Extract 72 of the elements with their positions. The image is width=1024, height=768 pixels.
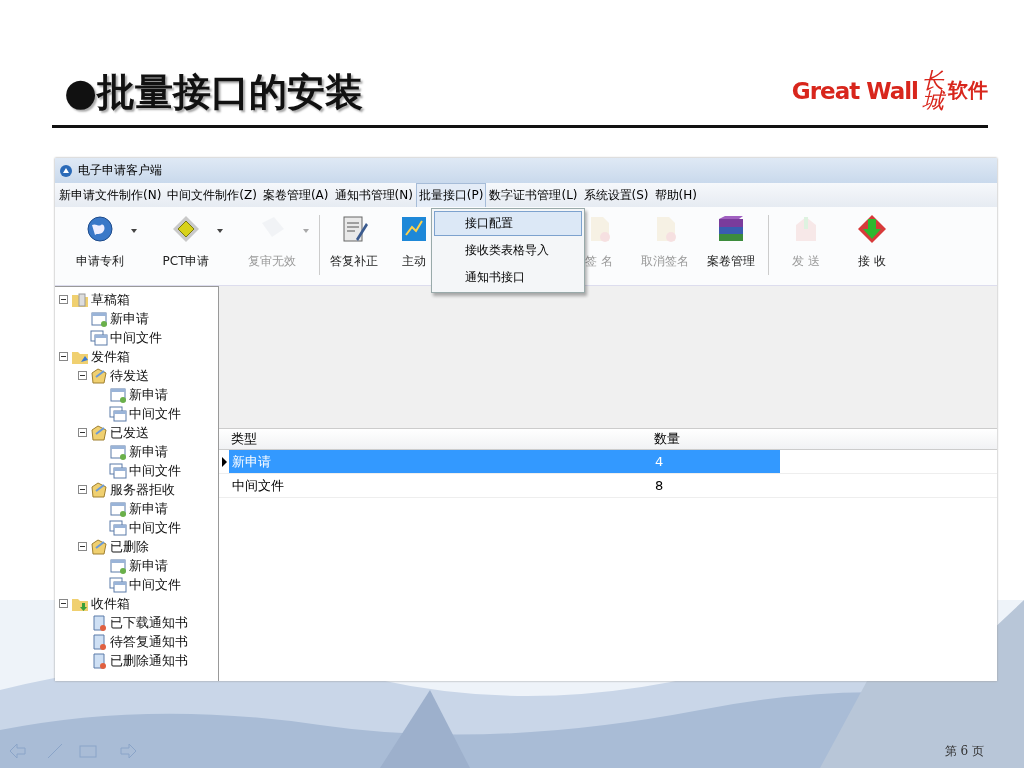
toolbar-button[interactable]: 案卷管理 (698, 207, 764, 270)
table-cell-text: 8 (654, 477, 665, 495)
folder-icon (90, 537, 108, 556)
windows-icon (109, 461, 127, 480)
windows-icon (109, 404, 127, 423)
collapse-icon[interactable] (59, 352, 68, 361)
window-icon (109, 556, 127, 575)
scroll-icon (90, 651, 108, 670)
scroll-icon (90, 613, 108, 632)
tree-item[interactable]: 收件箱 (91, 594, 130, 613)
tree-item[interactable]: 中间文件 (110, 328, 162, 347)
windows-icon (109, 575, 127, 594)
tree-item[interactable]: 中间文件 (129, 575, 181, 594)
collapse-icon[interactable] (78, 542, 87, 551)
tree-item[interactable]: 新申请 (129, 442, 168, 461)
tree-item[interactable]: 已发送 (110, 423, 149, 442)
folder-icon (90, 366, 108, 385)
scroll-icon (90, 632, 108, 651)
menu-item[interactable]: 帮助(H) (651, 182, 700, 208)
column-header[interactable]: 类型 (229, 430, 652, 448)
table-cell-text: 中间文件 (231, 476, 285, 495)
page-number: 第 6 页 (944, 742, 984, 760)
menu-item[interactable]: 新申请文件制作(N) (56, 182, 165, 208)
menu-item[interactable]: 数字证书管理(L) (486, 182, 581, 208)
menu-item[interactable]: 案卷管理(A) (259, 182, 332, 208)
folder-icon (90, 423, 108, 442)
window-icon (109, 499, 127, 518)
collapse-icon[interactable] (59, 599, 68, 608)
table-cell: 新申请 (229, 450, 652, 473)
tree-item[interactable]: 草稿箱 (91, 290, 130, 309)
menu-item[interactable]: 系统设置(S) (580, 182, 652, 208)
window-icon (109, 442, 127, 461)
tree-item[interactable]: 新申请 (129, 556, 168, 575)
menu-item[interactable]: 通知书管理(N) (331, 182, 416, 208)
tree-item[interactable]: 待发送 (110, 366, 149, 385)
table-cell: 4 (652, 450, 780, 473)
window-icon (90, 309, 108, 328)
tree-item[interactable]: 中间文件 (129, 404, 181, 423)
column-header[interactable]: 数量 (652, 430, 780, 448)
windows-icon (109, 518, 127, 537)
window-title: 电子申请客户端 (78, 162, 162, 179)
toolbar-button[interactable]: PCT申请 (143, 207, 229, 270)
app-icon (59, 163, 73, 178)
tree-item[interactable]: 新申请 (129, 385, 168, 404)
windows-icon (90, 328, 108, 347)
receive-icon (856, 213, 888, 245)
toolbar-button[interactable]: 接 收 (839, 207, 905, 270)
tree-item[interactable]: 服务器拒收 (110, 480, 175, 499)
tree-item[interactable]: 新申请 (110, 309, 149, 328)
folder-icon (90, 480, 108, 499)
tree-item[interactable]: 已删除 (110, 537, 149, 556)
tree-item[interactable]: 新申请 (129, 499, 168, 518)
globe-icon (84, 213, 116, 245)
menu-item[interactable]: 中间文件制作(Z) (164, 182, 260, 208)
window-icon (109, 385, 127, 404)
tree-item[interactable]: 待答复通知书 (110, 632, 188, 651)
menu-item[interactable]: 接口配置 (434, 211, 582, 236)
tree-item[interactable]: 发件箱 (91, 347, 130, 366)
menu-item[interactable]: 批量接口(P) (415, 182, 487, 208)
tree-item[interactable]: 中间文件 (129, 461, 181, 480)
toolbar-button[interactable]: 答复补正 (324, 207, 384, 270)
toolbar-button[interactable]: 申请专利 (57, 207, 143, 270)
tree-item[interactable]: 已下载通知书 (110, 613, 188, 632)
folder-icon (71, 290, 89, 309)
collapse-icon[interactable] (59, 295, 68, 304)
collapse-icon[interactable] (78, 485, 87, 494)
tree-item[interactable]: 中间文件 (129, 518, 181, 537)
table-row[interactable]: 中间文件 8 (219, 474, 997, 498)
tree-item[interactable]: 已删除通知书 (110, 651, 188, 670)
slide-title: ●批量接口的安装 (64, 69, 364, 116)
collapse-icon[interactable] (78, 428, 87, 437)
collapse-icon[interactable] (78, 371, 87, 380)
